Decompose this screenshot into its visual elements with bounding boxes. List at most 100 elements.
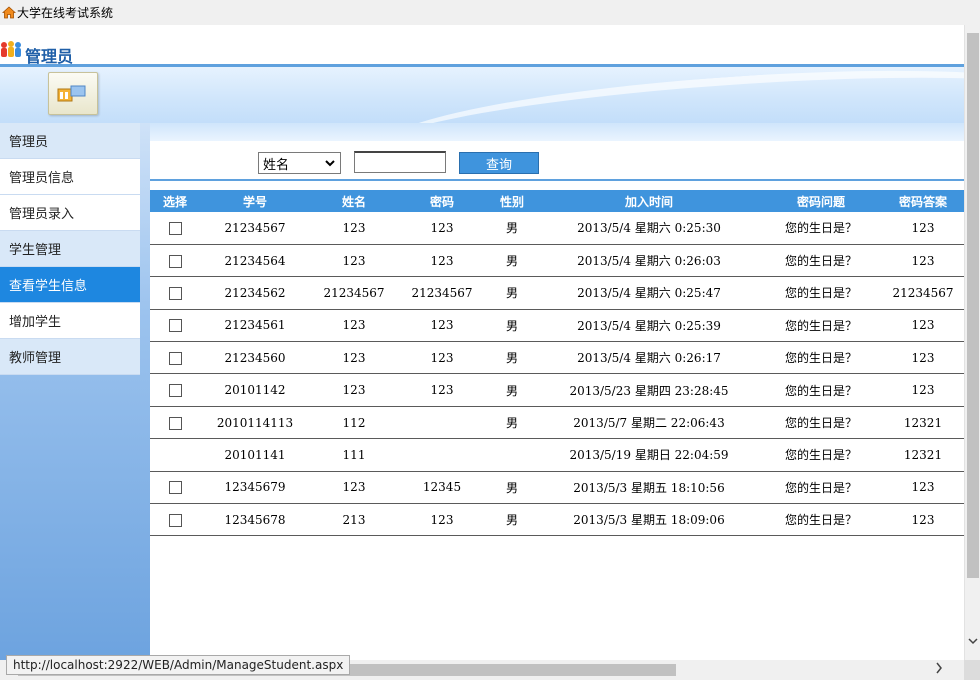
people-icon	[0, 40, 24, 62]
scrollbar-corner	[964, 660, 980, 680]
cell-answer: 123	[882, 244, 964, 278]
cell-gender: 男	[486, 309, 538, 343]
cell-gender: 男	[486, 276, 538, 310]
column-header: 学号	[200, 190, 310, 212]
cell-id: 21234567	[200, 212, 310, 245]
cell-gender: 男	[486, 373, 538, 407]
cell-password	[398, 438, 486, 472]
cell-password: 123	[398, 341, 486, 375]
vertical-scroll-thumb[interactable]	[967, 33, 979, 578]
cell-gender: 男	[486, 212, 538, 245]
row-checkbox[interactable]	[168, 351, 182, 365]
table-row: 12345679 123 12345 男 2013/5/3 星期五 18:10:56 您的…	[150, 471, 964, 505]
sidebar-item-student-management[interactable]: 学生管理	[0, 231, 140, 267]
sidebar-item-teacher-management[interactable]: 教师管理	[0, 339, 140, 375]
cell-name: 123	[310, 471, 398, 505]
sidebar-item-admin-info[interactable]: 管理员信息	[0, 159, 140, 195]
vertical-scrollbar[interactable]	[964, 25, 980, 660]
cell-joined: 2013/5/19 星期日 22:04:59	[538, 438, 760, 472]
cell-answer: 123	[882, 373, 964, 407]
table-row: 2010114113 112 男 2013/5/7 星期二 22:06:43 您的生日是…	[150, 406, 964, 440]
scroll-right-icon[interactable]	[935, 662, 943, 678]
cell-answer: 21234567	[882, 276, 964, 310]
cell-joined: 2013/5/3 星期五 18:10:56	[538, 471, 760, 505]
scroll-down-icon[interactable]	[968, 635, 978, 648]
cell-joined: 2013/5/4 星期六 0:25:39	[538, 309, 760, 343]
select-cell	[150, 341, 200, 375]
student-table: 选择 学号 姓名 密码 性别 加入时间 密码问题 密码答案 21234567 12…	[150, 190, 964, 537]
table-row: 21234561 123 123 男 2013/5/4 星期六 0:25:39 您的生日是…	[150, 309, 964, 343]
cell-question: 您的生日是？	[760, 341, 882, 375]
status-url: http://localhost:2922/WEB/Admin/ManageSt…	[6, 655, 351, 675]
cell-joined: 2013/5/4 星期六 0:26:03	[538, 244, 760, 278]
row-checkbox[interactable]	[168, 286, 182, 300]
main-content: 姓名 查询 选择 学号 姓名 密码 性别 加入时间 密码问题 密码答案 2123…	[150, 123, 964, 660]
sidebar-item-admin[interactable]: 管理员	[0, 123, 140, 159]
row-checkbox[interactable]	[168, 481, 182, 495]
cell-question: 您的生日是？	[760, 373, 882, 407]
cell-id: 21234560	[200, 341, 310, 375]
table-row: 21234564 123 123 男 2013/5/4 星期六 0:26:03 您的生日是…	[150, 244, 964, 278]
cell-password: 123	[398, 244, 486, 278]
cell-name: 213	[310, 503, 398, 537]
cell-question: 您的生日是？	[760, 406, 882, 440]
table-row: 20101141 111 2013/5/19 星期日 22:04:59 您的生日是？ 1…	[150, 438, 964, 472]
window-titlebar: 大学在线考试系统	[0, 0, 980, 25]
cell-answer: 12321	[882, 438, 964, 472]
sidebar-item-view-students[interactable]: 查看学生信息	[0, 267, 140, 303]
cell-gender: 男	[486, 244, 538, 278]
cell-name: 123	[310, 212, 398, 245]
cell-name: 123	[310, 309, 398, 343]
select-cell	[150, 373, 200, 407]
banner-decoration	[377, 67, 964, 123]
cell-id: 12345678	[200, 503, 310, 537]
chevron-down-icon	[324, 156, 336, 174]
cell-password: 123	[398, 503, 486, 537]
column-header: 密码答案	[882, 190, 964, 212]
table-header-row: 选择 学号 姓名 密码 性别 加入时间 密码问题 密码答案	[150, 190, 964, 212]
window-title: 大学在线考试系统	[17, 6, 114, 20]
cell-question: 您的生日是？	[760, 438, 882, 472]
search-input[interactable]	[354, 151, 446, 173]
cell-name: 123	[310, 373, 398, 407]
select-cell	[150, 438, 200, 472]
cell-password: 123	[398, 309, 486, 343]
cell-password: 12345	[398, 471, 486, 505]
cell-gender: 男	[486, 406, 538, 440]
cell-joined: 2013/5/7 星期二 22:06:43	[538, 406, 760, 440]
search-button[interactable]: 查询	[459, 152, 539, 174]
sidebar: 管理员 管理员信息 管理员录入 学生管理 查看学生信息 增加学生 教师管理	[0, 123, 150, 660]
row-checkbox[interactable]	[168, 416, 182, 430]
row-checkbox[interactable]	[168, 254, 182, 268]
select-cell	[150, 471, 200, 505]
home-icon	[2, 6, 16, 19]
cell-gender: 男	[486, 341, 538, 375]
search-field-value: 姓名	[263, 157, 290, 173]
row-checkbox[interactable]	[168, 319, 182, 333]
cell-joined: 2013/5/3 星期五 18:09:06	[538, 503, 760, 537]
cell-question: 您的生日是？	[760, 244, 882, 278]
row-checkbox[interactable]	[168, 384, 182, 398]
cell-answer: 123	[882, 503, 964, 537]
cell-question: 您的生日是？	[760, 471, 882, 505]
cell-gender: 男	[486, 503, 538, 537]
row-checkbox[interactable]	[168, 221, 182, 235]
page-header: 管理员	[0, 25, 964, 67]
sidebar-item-add-student[interactable]: 增加学生	[0, 303, 140, 339]
sidebar-item-admin-add[interactable]: 管理员录入	[0, 195, 140, 231]
column-header: 姓名	[310, 190, 398, 212]
table-row: 21234562 21234567 21234567 男 2013/5/4 星期六 0:…	[150, 276, 964, 310]
cell-answer: 123	[882, 341, 964, 375]
column-header: 性别	[486, 190, 538, 212]
select-cell	[150, 276, 200, 310]
select-cell	[150, 503, 200, 537]
row-checkbox[interactable]	[168, 513, 182, 527]
banner	[0, 67, 964, 123]
cell-answer: 12321	[882, 406, 964, 440]
search-bar: 姓名 查询	[150, 141, 964, 181]
search-field-select[interactable]: 姓名	[258, 152, 341, 174]
cell-name: 111	[310, 438, 398, 472]
cell-gender: 男	[486, 471, 538, 505]
table-row: 20101142 123 123 男 2013/5/23 星期四 23:28:45 您的生…	[150, 373, 964, 407]
content-top-strip	[150, 123, 964, 141]
